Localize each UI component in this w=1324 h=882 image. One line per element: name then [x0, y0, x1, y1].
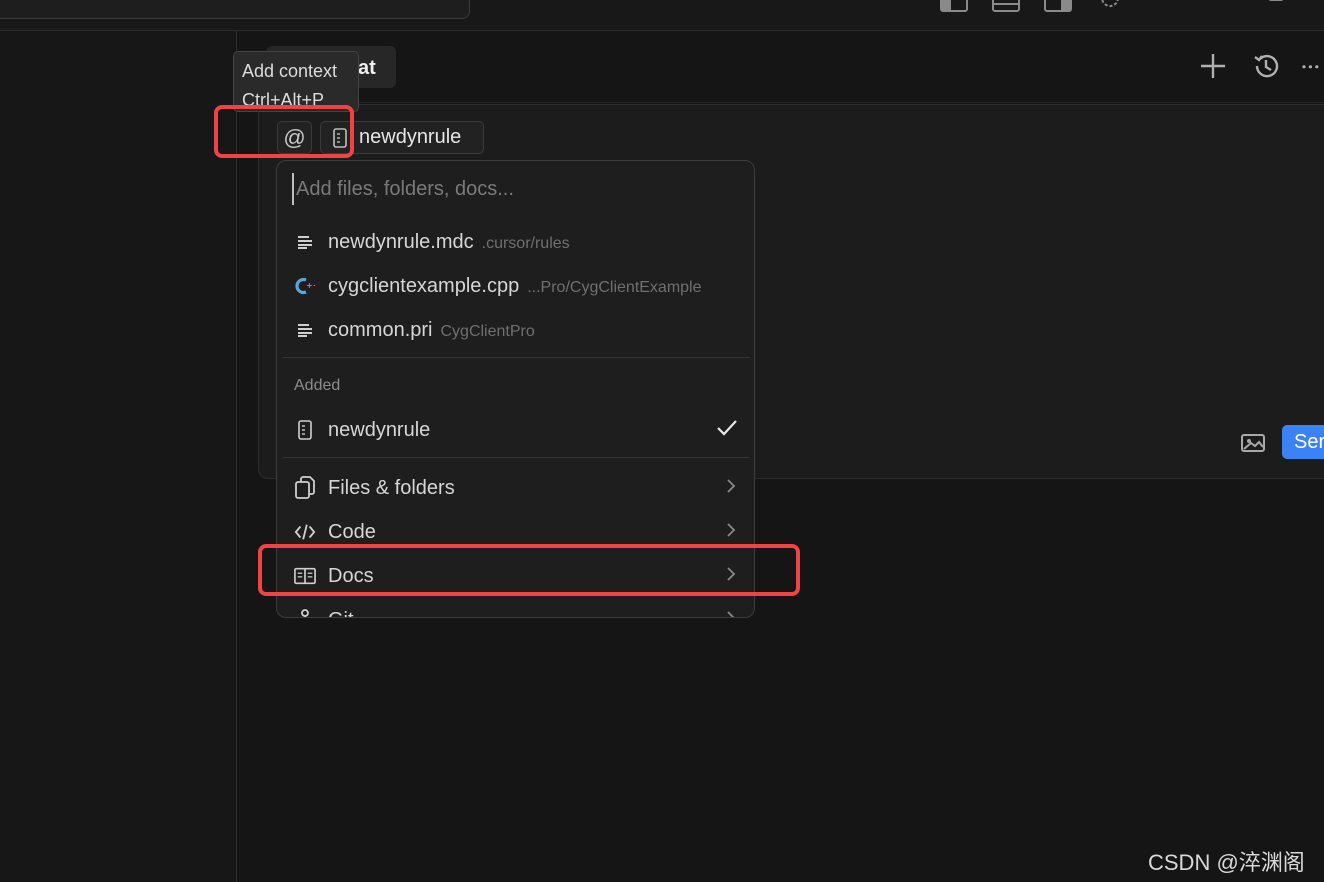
- category-label: Files & folders: [328, 476, 455, 499]
- divider: [283, 457, 750, 458]
- file-path: ...Pro/CygClientExample: [527, 278, 702, 296]
- chat-divider: [237, 102, 1324, 103]
- file-path: CygClientPro: [440, 322, 535, 340]
- added-section-label: Added: [294, 377, 341, 394]
- rule-icon: [294, 419, 316, 441]
- plus-icon[interactable]: [1197, 50, 1229, 82]
- file-path: .cursor/rules: [481, 234, 570, 252]
- category-label: Code: [328, 520, 376, 543]
- highlight-box-add-context: [214, 105, 354, 158]
- history-icon[interactable]: [1250, 50, 1282, 82]
- account-icon[interactable]: [1262, 0, 1284, 12]
- list-item-recent-file[interactable]: ++ cygclientexample.cpp ...Pro/CygClientE…: [277, 264, 754, 308]
- menu-item-files-folders[interactable]: Files & folders: [277, 466, 754, 510]
- toggle-panel-icon[interactable]: [992, 0, 1020, 12]
- list-item-recent-file[interactable]: common.pri CygClientPro: [277, 308, 754, 352]
- context-search-input[interactable]: [292, 173, 732, 205]
- chevron-right-icon: [726, 478, 736, 499]
- chat-tab-label: at: [358, 57, 376, 79]
- added-item-name: newdynrule: [328, 418, 431, 441]
- files-icon: [294, 476, 316, 499]
- svg-text:++: ++: [306, 281, 315, 290]
- file-name: newdynrule.mdc: [328, 230, 474, 253]
- settings-gear-icon[interactable]: [1096, 0, 1124, 12]
- code-icon: [294, 521, 316, 543]
- lines-file-icon: [294, 231, 316, 253]
- file-name: common.pri: [328, 318, 433, 341]
- menu-item-git[interactable]: Git: [277, 598, 754, 618]
- category-label: Git: [328, 609, 354, 618]
- watermark: CSDN @淬渊阁: [1148, 850, 1305, 875]
- send-button[interactable]: Ser: [1282, 425, 1324, 459]
- chevron-right-icon: [726, 522, 736, 543]
- cpp-file-icon: ++: [294, 275, 316, 297]
- file-name: cygclientexample.cpp: [328, 274, 520, 297]
- highlight-box-docs: [258, 544, 800, 596]
- image-upload-icon[interactable]: [1239, 431, 1267, 455]
- toggle-secondary-sidebar-icon[interactable]: [1044, 0, 1072, 12]
- lines-file-icon: [294, 319, 316, 341]
- sidebar: [0, 31, 237, 882]
- chevron-right-icon: [726, 610, 736, 617]
- tooltip-title: Add context: [242, 61, 338, 81]
- divider: [283, 357, 750, 358]
- list-item-added[interactable]: newdynrule: [277, 408, 754, 452]
- ellipsis-icon[interactable]: [1300, 50, 1324, 82]
- git-icon: [294, 609, 316, 617]
- list-item-recent-file[interactable]: newdynrule.mdc .cursor/rules: [277, 220, 754, 264]
- add-context-tooltip: Add context Ctrl+Alt+P: [233, 51, 359, 112]
- checkmark-icon: [716, 419, 738, 442]
- toggle-primary-sidebar-icon[interactable]: [940, 0, 968, 12]
- command-center-input[interactable]: [0, 0, 470, 19]
- context-chip-label: newdynrule: [359, 126, 462, 148]
